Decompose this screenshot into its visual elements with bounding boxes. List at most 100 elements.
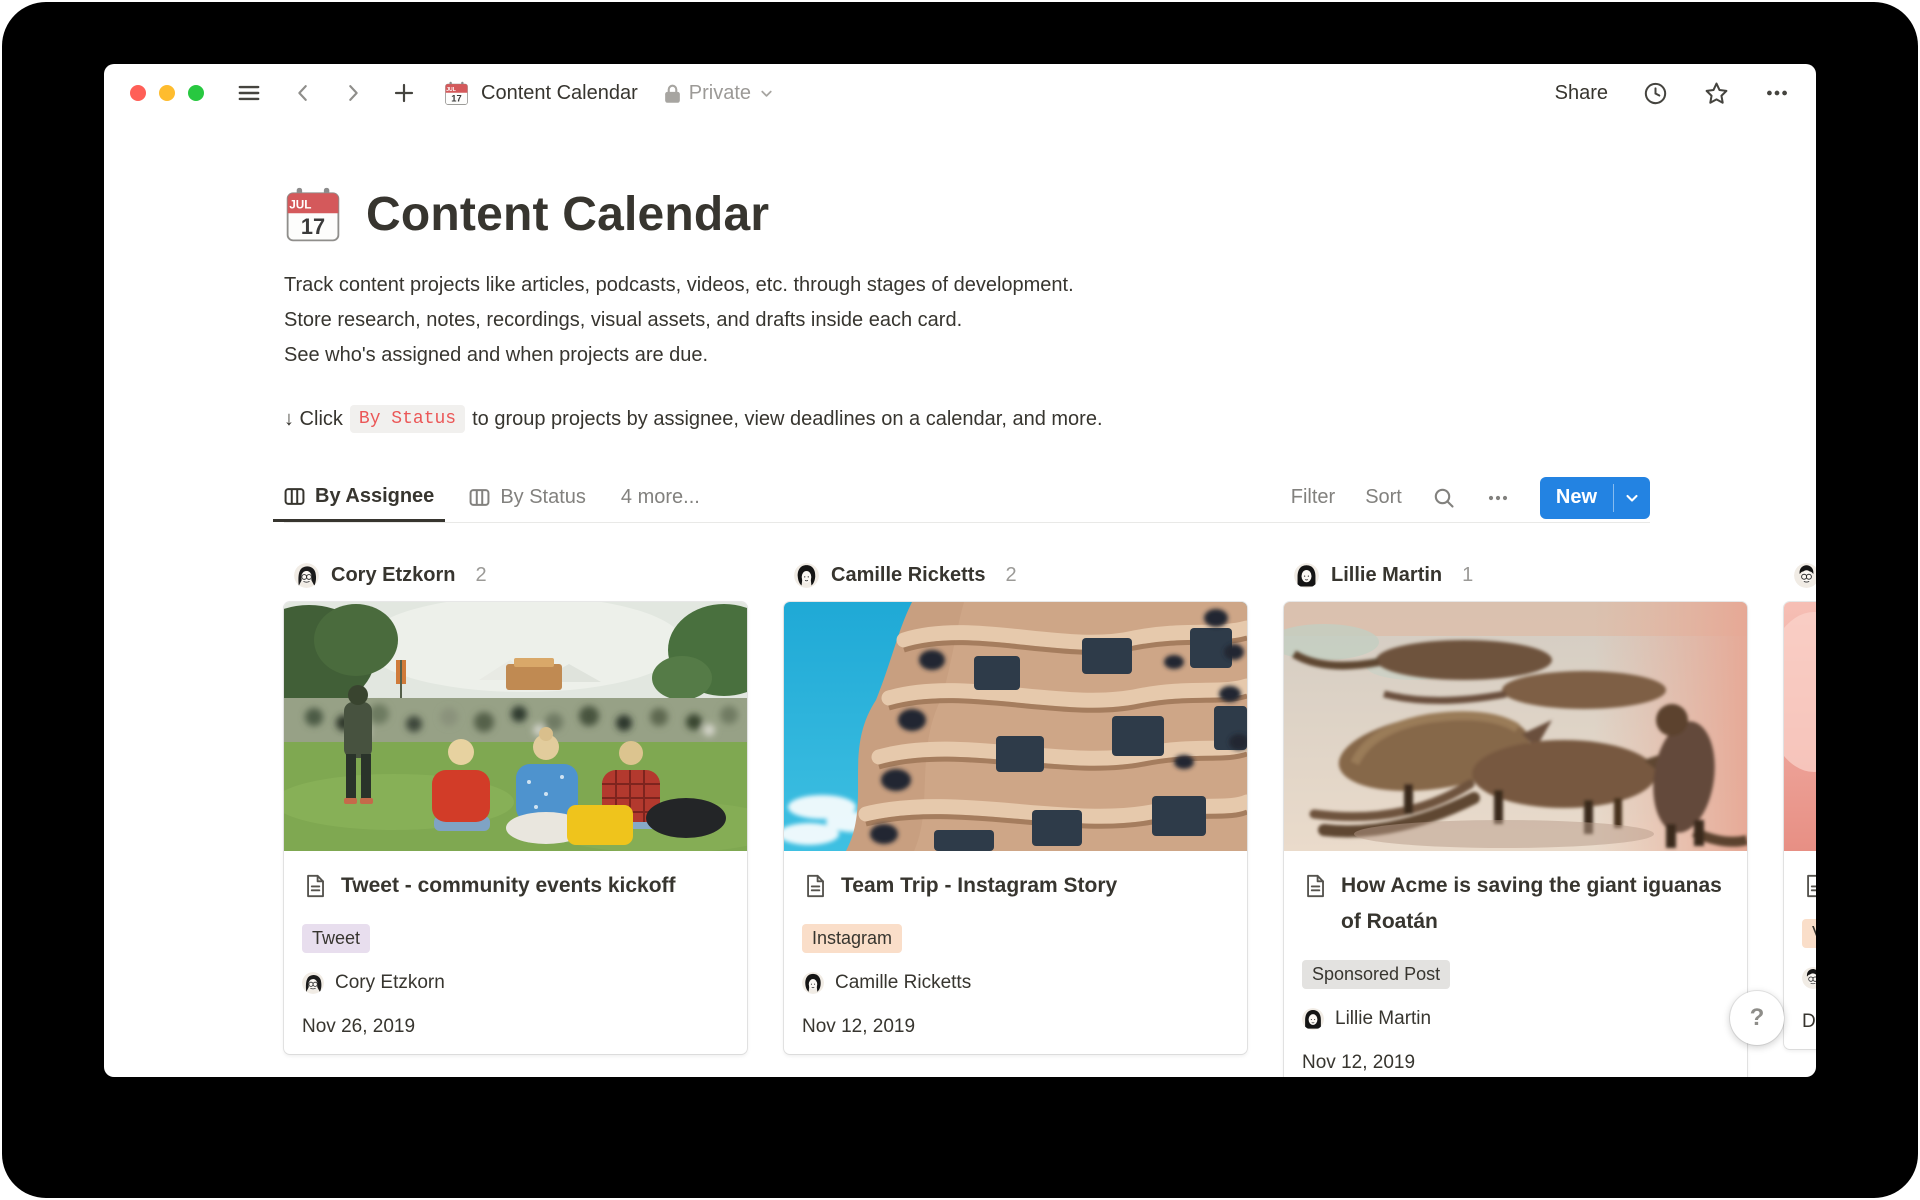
help-button[interactable]: ? [1730,991,1784,1045]
column-count: 2 [1006,564,1017,587]
card-body: Team Trip - Instagram Story Instagram Ca… [784,851,1247,1054]
column-count: 2 [475,564,486,587]
column-header: Cory Etzkorn 2 [284,556,747,594]
chevron-down-icon [1624,490,1640,506]
card-assignee: Camille Ricketts [802,972,1229,994]
minimize-window-button[interactable] [159,85,175,101]
page-header: JUL 17 Content Calendar [284,186,1816,244]
hint-suffix: to group projects by assignee, view dead… [472,408,1102,431]
hint-line: ↓ Click By Status to group projects by a… [284,405,1816,433]
back-icon[interactable] [292,82,314,104]
page-description: Track content projects like articles, po… [284,268,1816,373]
card-title-row: Tweet - community events kickoff [302,868,729,904]
avatar [802,972,824,994]
new-button-caret[interactable] [1614,477,1650,519]
share-button[interactable]: Share [1555,82,1608,105]
card-cover-casa-mila [784,602,1247,851]
document-icon [1302,873,1328,899]
page-emoji-calendar: JUL 17 [284,186,342,244]
close-window-button[interactable] [130,85,146,101]
svg-text:JUL: JUL [446,86,456,92]
view-controls: Filter Sort New [1291,477,1650,519]
description-line: Track content projects like articles, po… [284,268,1816,303]
svg-text:JUL: JUL [289,199,311,212]
more-options-icon[interactable] [1764,80,1790,106]
card-team-trip-instagram-story[interactable]: Team Trip - Instagram Story Instagram Ca… [784,602,1247,1054]
view-tabs: By Assignee By Status 4 more... [273,473,711,522]
filter-button[interactable]: Filter [1291,486,1335,509]
page-title: Content Calendar [366,186,769,244]
card-title: Team Trip - Instagram Story [841,868,1117,904]
document-icon [1802,873,1816,899]
view-options-ellipsis-icon[interactable] [1486,486,1510,510]
card-iguanas-roatan[interactable]: How Acme is saving the giant iguanas of … [1284,602,1747,1077]
hint-prefix: ↓ Click [284,408,343,431]
avatar [302,972,324,994]
card-cover-festival-crowd [284,602,747,851]
tab-by-assignee[interactable]: By Assignee [273,473,445,522]
breadcrumb-page-title: Content Calendar [481,82,638,105]
board-column-lillie-martin: Lillie Martin 1 [1284,556,1747,1077]
avatar [1294,563,1319,588]
assignee-name: Cory Etzkorn [335,972,445,994]
new-button[interactable]: New [1540,477,1613,519]
card-title: How Acme is saving the giant iguanas of … [1341,868,1729,940]
board-view-icon [469,487,490,508]
views-toolbar: By Assignee By Status 4 more... Filter S… [284,473,1650,523]
card-title-row: Team Trip - Instagram Story [802,868,1229,904]
traffic-lights [130,85,204,101]
updates-clock-icon[interactable] [1642,80,1669,107]
card-partial[interactable]: V D [1784,602,1816,1049]
sidebar-menu-icon[interactable] [236,80,262,106]
card-cover-pink [1784,602,1816,851]
card-date: Nov 26, 2019 [302,1016,729,1038]
document-icon [302,873,328,899]
column-header [1784,556,1816,594]
search-icon[interactable] [1432,486,1456,510]
avatar [794,563,819,588]
zoom-window-button[interactable] [188,85,204,101]
card-body: Tweet - community events kickoff Tweet C… [284,851,747,1054]
tab-label: By Assignee [315,485,434,508]
chevron-down-icon [759,86,774,101]
card-title-row [1802,868,1816,899]
tag-tweet: Tweet [302,924,370,953]
svg-text:17: 17 [301,214,325,239]
svg-text:17: 17 [451,93,461,103]
board-column-camille-ricketts: Camille Ricketts 2 [784,556,1247,1077]
document-icon [802,873,828,899]
privacy-label: Private [689,82,751,105]
board-column-partial: V D [1784,556,1816,1077]
card-tweet-community-events[interactable]: Tweet - community events kickoff Tweet C… [284,602,747,1054]
column-count: 1 [1462,564,1473,587]
sort-button[interactable]: Sort [1365,486,1402,509]
card-assignee [1802,967,1816,989]
forward-icon[interactable] [342,82,364,104]
window-titlebar: JUL 17 Content Calendar Private Share [104,64,1816,122]
new-page-icon[interactable] [392,81,416,105]
breadcrumb[interactable]: JUL 17 Content Calendar [444,81,638,106]
board-by-assignee: Cory Etzkorn 2 [104,556,1816,1077]
tab-label: By Status [500,486,586,509]
notion-window: JUL 17 Content Calendar Private Share [104,64,1816,1077]
tab-more-views[interactable]: 4 more... [610,486,711,509]
tag-partial: V [1802,919,1816,948]
card-title: Tweet - community events kickoff [341,868,676,904]
board-column-cory-etzkorn: Cory Etzkorn 2 [284,556,747,1077]
card-cover-iguanas [1284,602,1747,851]
description-line: See who's assigned and when projects are… [284,338,1816,373]
tab-by-status[interactable]: By Status [458,473,597,522]
description-line: Store research, notes, recordings, visua… [284,303,1816,338]
column-name: Camille Ricketts [831,564,986,587]
board-view-icon [284,486,305,507]
favorite-star-icon[interactable] [1703,80,1730,107]
column-header: Camille Ricketts 2 [784,556,1247,594]
page-calendar-icon: JUL 17 [444,81,469,106]
column-name: Cory Etzkorn [331,564,455,587]
avatar [1794,563,1816,588]
hint-code-by-status: By Status [350,405,465,433]
tag-sponsored-post: Sponsored Post [1302,960,1450,989]
privacy-dropdown[interactable]: Private [664,82,774,105]
history-nav [292,81,416,105]
lock-icon [664,83,681,104]
